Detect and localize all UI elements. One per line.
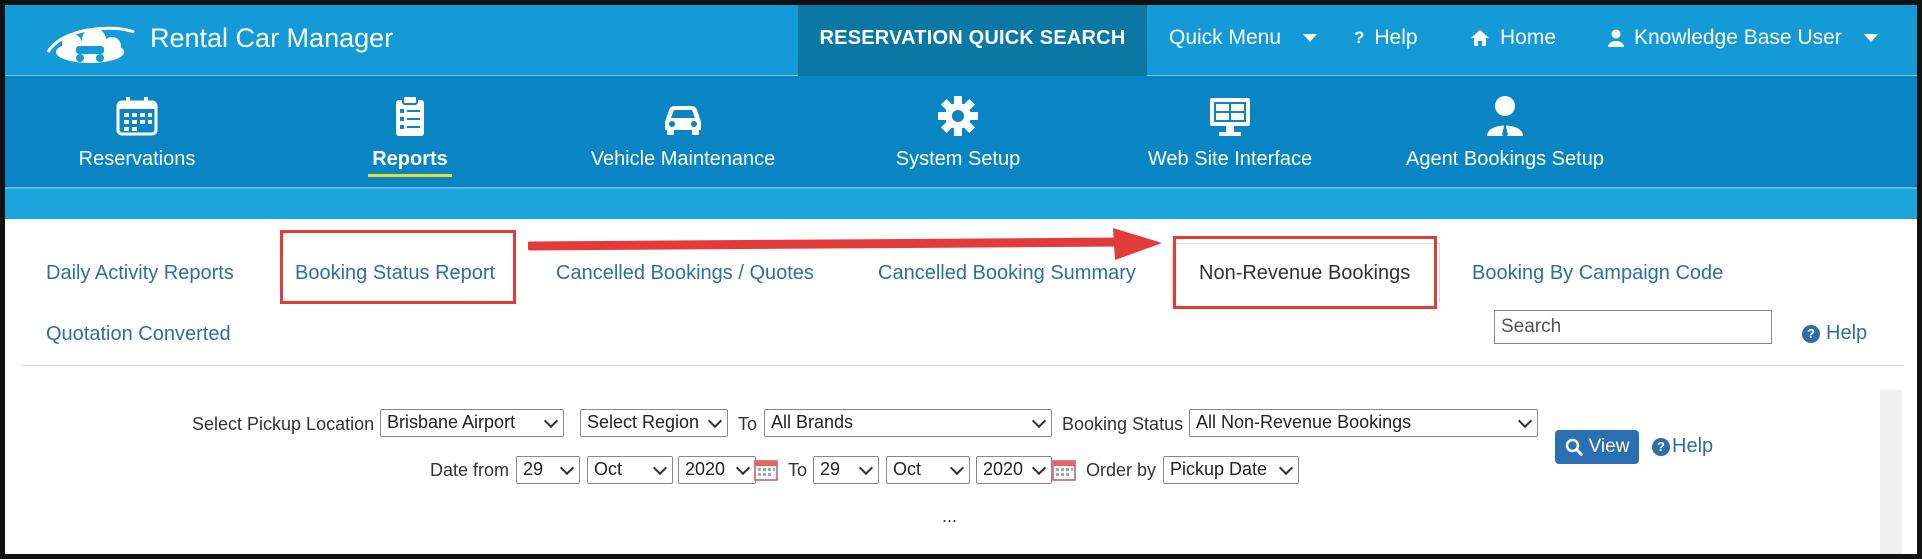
from-day-select[interactable]: 29	[516, 456, 580, 484]
chevron-down-icon	[949, 460, 965, 476]
chevron-down-icon	[1278, 460, 1294, 476]
booking-status-select[interactable]: All Non-Revenue Bookings	[1189, 409, 1538, 437]
order-by-select[interactable]: Pickup Date	[1163, 456, 1299, 484]
booking-status-label: Booking Status	[1062, 414, 1184, 434]
chevron-down-icon	[543, 413, 559, 429]
tab-quotation-converted[interactable]: Quotation Converted	[46, 323, 231, 346]
chevron-down-icon	[559, 460, 575, 476]
user-menu-dropdown[interactable]: Knowledge Base User	[1608, 26, 1878, 50]
tab-booking-by-campaign-code[interactable]: Booking By Campaign Code	[1472, 262, 1723, 285]
view-button[interactable]: View	[1555, 430, 1639, 464]
annotation-highlight-box	[1173, 236, 1437, 309]
module-label: Web Site Interface	[1147, 148, 1313, 170]
brands-value: All Brands	[771, 412, 854, 432]
chevron-down-icon	[1303, 34, 1318, 42]
app-title: Rental Car Manager	[150, 23, 394, 53]
module-agent-bookings-setup[interactable]: Agent Bookings Setup	[1390, 76, 1620, 186]
calendar-icon	[116, 97, 158, 136]
to-day-value: 29	[820, 459, 841, 479]
order-by-label: Order by	[1086, 460, 1157, 480]
user-icon	[1608, 29, 1624, 47]
home-label: Home	[1500, 26, 1557, 49]
search-icon	[1565, 438, 1583, 456]
brands-select[interactable]: All Brands	[764, 409, 1052, 437]
top-bar: Rental Car Manager RESERVATION QUICK SEA…	[0, 0, 1922, 76]
order-by-value: Pickup Date	[1170, 459, 1268, 479]
clipboard-icon	[396, 95, 424, 136]
annotation-arrow-icon	[528, 228, 1162, 260]
help-label: Help	[1826, 322, 1868, 344]
car-icon	[665, 106, 701, 135]
to-label: To	[738, 414, 758, 434]
question-circle-icon: ?	[1802, 324, 1820, 343]
car-cloud-logo-icon	[46, 26, 135, 63]
to-month-select[interactable]: Oct	[886, 456, 970, 484]
to-year-value: 2020	[983, 459, 1024, 479]
from-year-value: 2020	[685, 459, 726, 479]
home-icon	[1471, 30, 1489, 46]
monitor-icon	[1210, 98, 1250, 136]
booking-status-value: All Non-Revenue Bookings	[1196, 412, 1412, 432]
search-input[interactable]	[1494, 310, 1772, 344]
chevron-down-icon	[1031, 413, 1047, 429]
form-help-link[interactable]: ? Help	[1652, 435, 1713, 458]
help-label: Help	[1374, 26, 1418, 49]
calendar-picker-icon[interactable]	[1052, 459, 1076, 481]
pickup-location-label: Select Pickup Location	[192, 414, 375, 434]
active-module-underline	[368, 174, 452, 177]
from-month-select[interactable]: Oct	[587, 456, 673, 484]
view-button-label: View	[1588, 436, 1630, 457]
question-icon: ?	[1354, 28, 1365, 47]
chevron-down-icon	[858, 460, 874, 476]
scrollbar[interactable]	[1880, 390, 1902, 554]
region-select[interactable]: Select Region	[580, 409, 728, 437]
module-label: Vehicle Maintenance	[590, 148, 776, 170]
chevron-down-icon	[1517, 413, 1533, 429]
module-nav: Reservations Reports Vehicle Maintenance	[0, 76, 1922, 189]
sub-header-strip	[0, 189, 1922, 219]
to-month-value: Oct	[893, 459, 922, 479]
date-from-label: Date from	[430, 460, 510, 480]
gear-icon	[938, 96, 978, 136]
to-day-select[interactable]: 29	[813, 456, 879, 484]
module-vehicle-maintenance[interactable]: Vehicle Maintenance	[568, 76, 798, 186]
loading-ellipsis: ...	[942, 506, 958, 526]
date-to-label: To	[788, 460, 808, 480]
module-system-setup[interactable]: System Setup	[858, 76, 1058, 186]
module-label: System Setup	[895, 148, 1021, 170]
agent-icon	[1487, 96, 1523, 137]
pickup-location-value: Brisbane Airport	[387, 412, 516, 432]
reservation-quick-search-button[interactable]: RESERVATION QUICK SEARCH	[798, 0, 1147, 76]
help-link[interactable]: ? Help	[1354, 26, 1418, 50]
home-link[interactable]: Home	[1470, 26, 1556, 50]
tab-daily-activity-reports[interactable]: Daily Activity Reports	[46, 262, 234, 285]
chevron-down-icon	[707, 413, 723, 429]
module-label: Reports	[372, 148, 448, 170]
quick-menu-dropdown[interactable]: Quick Menu	[1169, 26, 1318, 50]
calendar-picker-icon[interactable]	[754, 459, 778, 481]
quick-menu-label: Quick Menu	[1169, 26, 1282, 49]
pickup-location-select[interactable]: Brisbane Airport	[380, 409, 564, 437]
chevron-down-icon	[1031, 460, 1047, 476]
help-link[interactable]: ? Help	[1802, 322, 1867, 345]
from-year-select[interactable]: 2020	[678, 456, 756, 484]
chevron-down-icon	[735, 460, 751, 476]
chevron-down-icon	[652, 460, 668, 476]
module-label: Reservations	[78, 148, 196, 170]
to-year-select[interactable]: 2020	[976, 456, 1052, 484]
annotation-highlight-box	[280, 230, 516, 304]
module-reservations[interactable]: Reservations	[37, 76, 237, 186]
form-help-label: Help	[1672, 435, 1714, 457]
module-web-site-interface[interactable]: Web Site Interface	[1130, 76, 1330, 186]
region-value: Select Region	[587, 412, 700, 432]
from-month-value: Oct	[594, 459, 623, 479]
question-circle-icon: ?	[1652, 437, 1670, 456]
module-label: Agent Bookings Setup	[1406, 148, 1604, 170]
from-day-value: 29	[523, 459, 544, 479]
user-label: Knowledge Base User	[1634, 26, 1842, 49]
chevron-down-icon	[1863, 34, 1878, 42]
module-reports[interactable]: Reports	[310, 76, 510, 186]
divider	[22, 365, 1904, 366]
